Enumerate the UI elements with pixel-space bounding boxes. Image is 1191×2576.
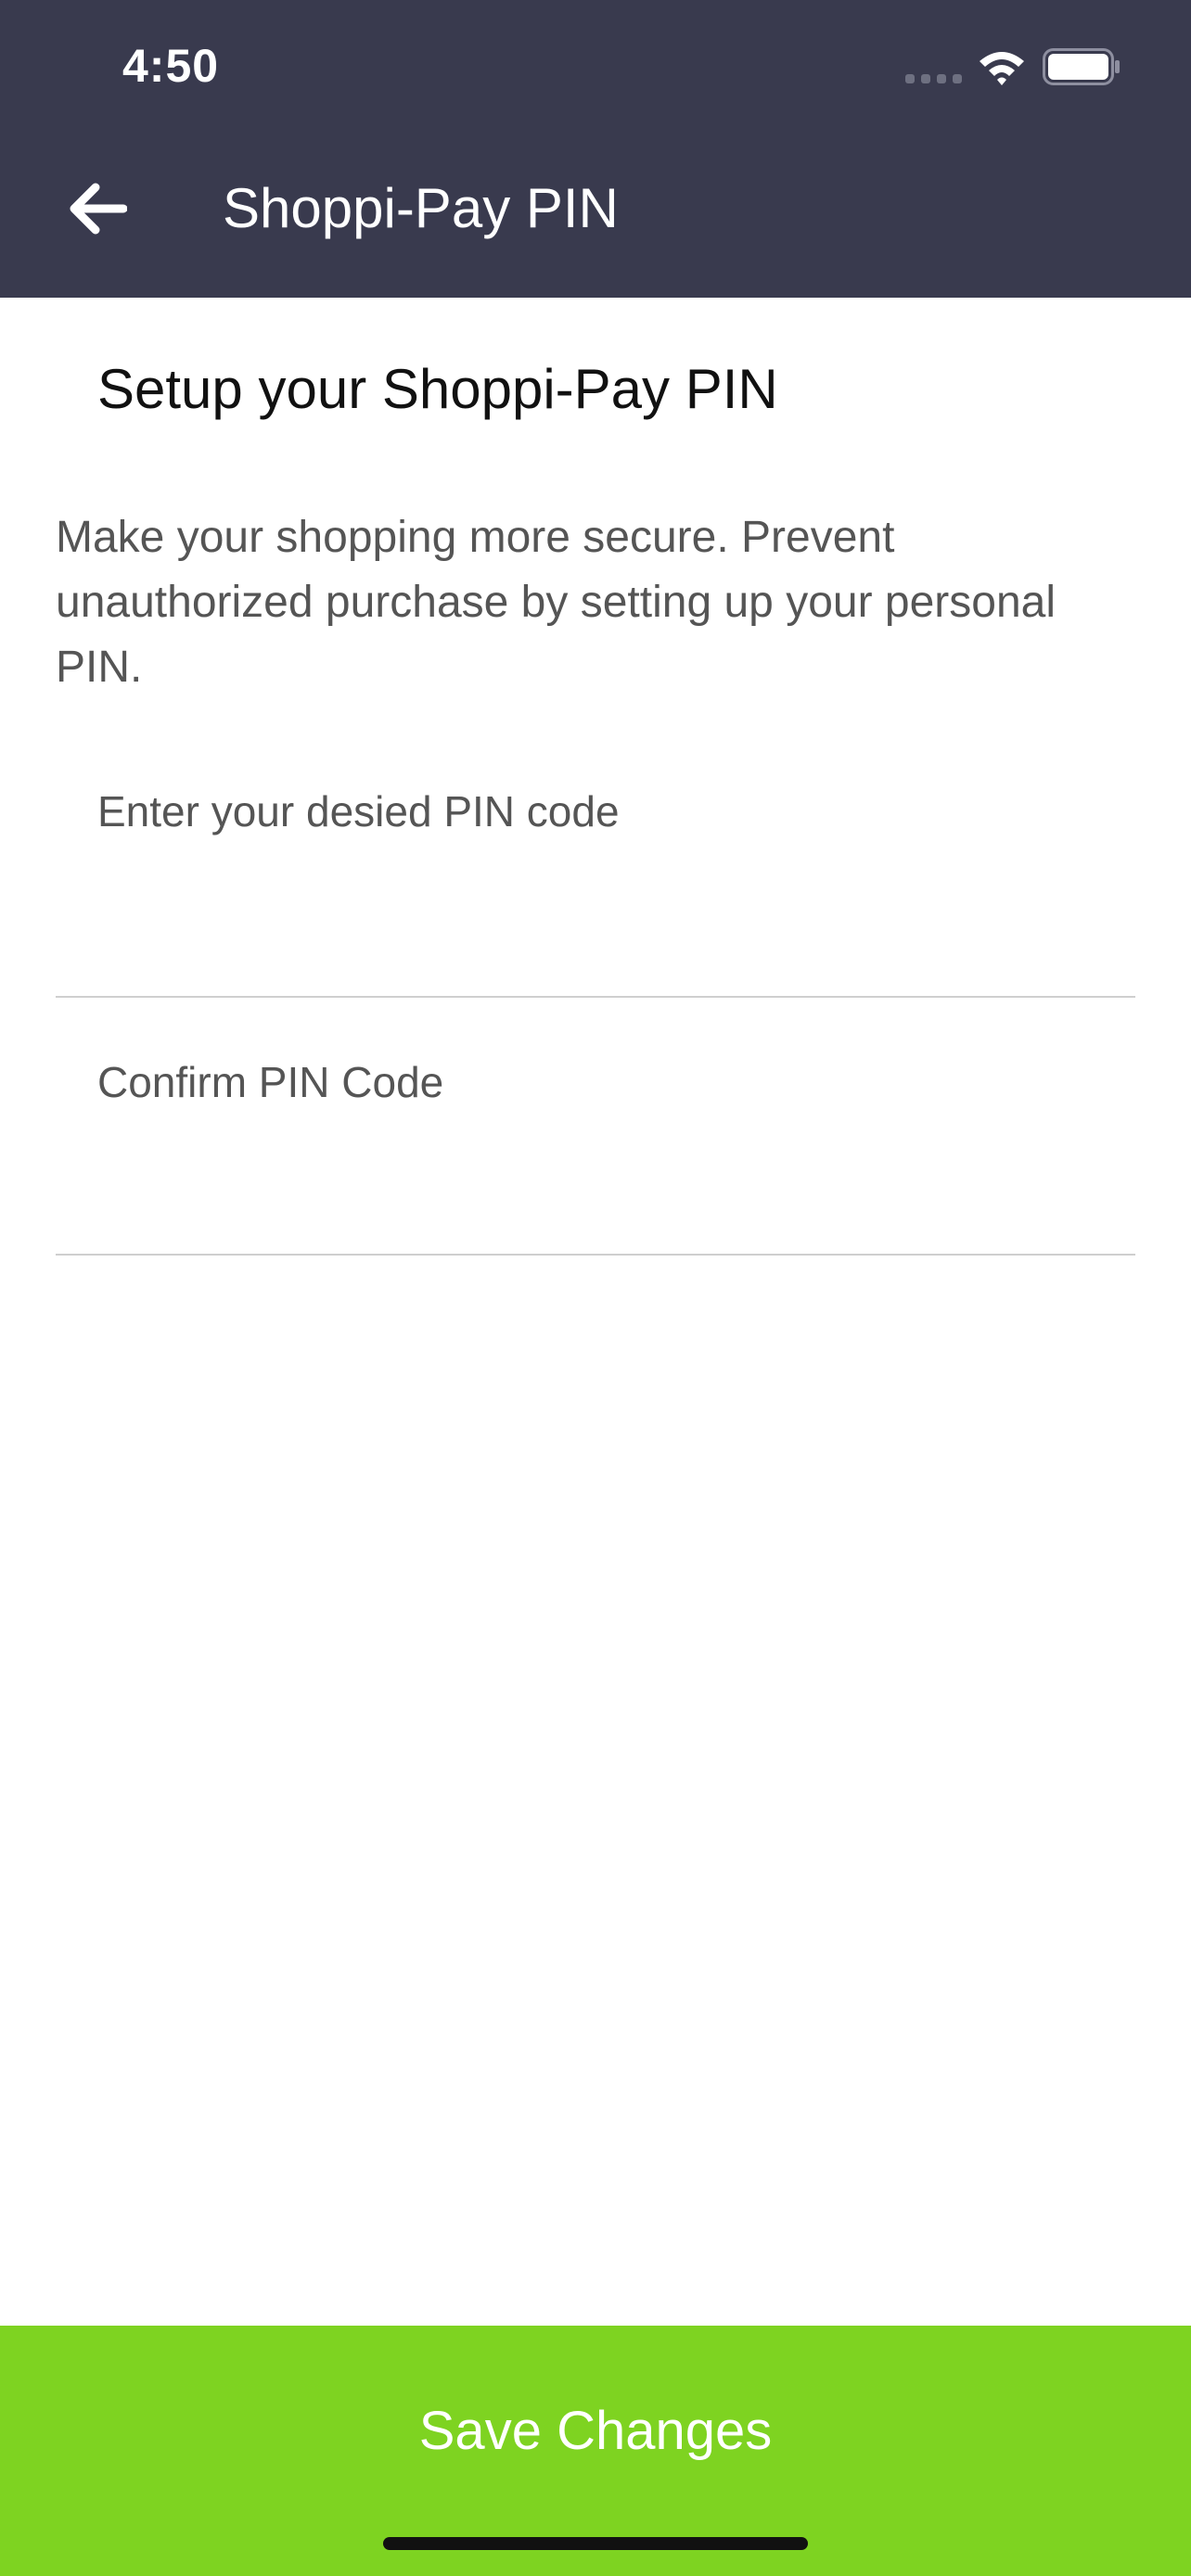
section-title: Setup your Shoppi-Pay PIN — [97, 358, 778, 420]
page-title: Shoppi-Pay PIN — [223, 177, 619, 239]
home-indicator — [383, 2537, 808, 2550]
confirm-pin-input[interactable] — [97, 1133, 1135, 1217]
status-time: 4:50 — [122, 40, 220, 92]
confirm-pin-field-label: Confirm PIN Code — [97, 1058, 444, 1106]
confirm-pin-field: Confirm PIN Code — [56, 1050, 1135, 1256]
wifi-icon — [980, 52, 1024, 85]
battery-icon — [1043, 48, 1120, 85]
app-header: 4:50 Shoppi-Pay PIN — [0, 0, 1191, 298]
pin-input[interactable] — [97, 862, 1135, 946]
save-changes-label: Save Changes — [418, 2401, 773, 2461]
pin-field-label: Enter your desied PIN code — [97, 787, 620, 835]
pin-field-underline — [56, 996, 1135, 998]
description-text: Make your shopping more secure. Prevent … — [56, 513, 1057, 692]
pin-field: Enter your desied PIN code — [56, 779, 1135, 998]
confirm-pin-field-underline — [56, 1254, 1135, 1256]
arrow-left-icon — [70, 183, 127, 235]
cellular-signal-icon — [905, 74, 962, 83]
back-button[interactable] — [56, 167, 139, 250]
